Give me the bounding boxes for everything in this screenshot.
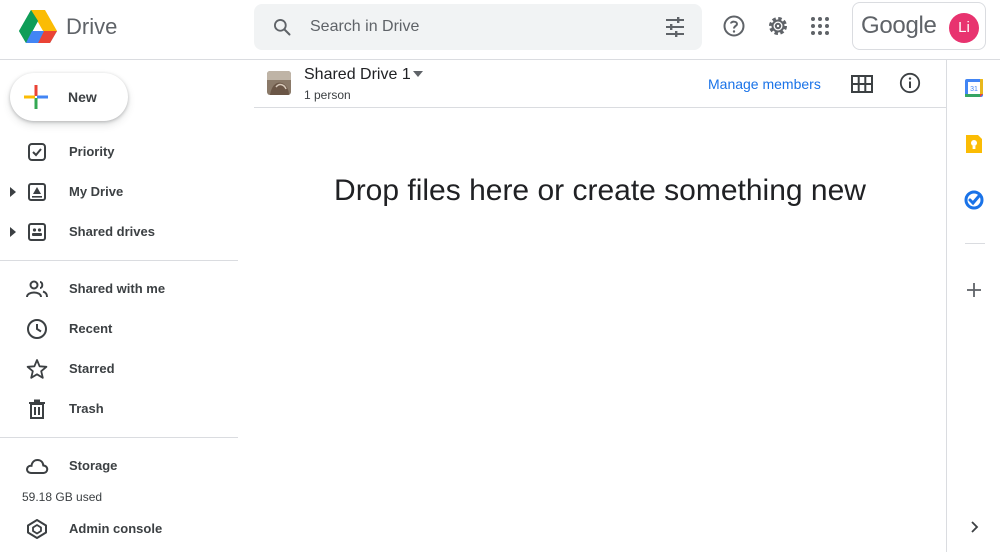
shared-drives-icon bbox=[28, 223, 46, 241]
search-input[interactable] bbox=[310, 4, 640, 50]
drive-menu-caret-icon[interactable] bbox=[413, 71, 423, 77]
storage-used-text: 59.18 GB used bbox=[22, 490, 103, 504]
calendar-icon[interactable]: 31 bbox=[964, 78, 984, 98]
account-button[interactable]: Google Li bbox=[852, 2, 986, 50]
sidebar-item-priority[interactable]: Priority bbox=[0, 136, 238, 168]
app-name[interactable]: Drive bbox=[66, 14, 117, 40]
keep-icon[interactable] bbox=[964, 134, 984, 154]
expand-caret-icon[interactable] bbox=[9, 227, 17, 237]
clock-icon bbox=[27, 319, 47, 339]
sidebar-item-label: Admin console bbox=[69, 521, 163, 536]
avatar[interactable]: Li bbox=[949, 13, 979, 43]
drive-header: Shared Drive 1 1 person Manage members bbox=[254, 60, 946, 108]
plus-icon bbox=[24, 85, 48, 109]
cloud-icon bbox=[26, 458, 49, 474]
apps-button[interactable] bbox=[808, 14, 832, 38]
search-icon[interactable] bbox=[272, 17, 292, 37]
sidebar-item-label: Shared drives bbox=[69, 224, 155, 239]
add-icon[interactable] bbox=[964, 280, 984, 300]
search-bar[interactable] bbox=[254, 4, 702, 50]
star-icon bbox=[26, 359, 48, 379]
sidebar-item-label: Shared with me bbox=[69, 281, 166, 296]
sidebar-item-label: Priority bbox=[69, 144, 115, 159]
sidebar-item-my-drive[interactable]: My Drive bbox=[0, 176, 238, 208]
admin-icon bbox=[27, 519, 47, 539]
drive-thumbnail bbox=[267, 71, 291, 95]
sidebar-item-recent[interactable]: Recent bbox=[0, 313, 238, 345]
help-button[interactable] bbox=[722, 14, 746, 38]
new-button[interactable]: New bbox=[10, 73, 128, 121]
side-panel: 31 bbox=[946, 60, 1000, 552]
sidebar-item-storage[interactable]: Storage bbox=[0, 450, 238, 482]
manage-members-link[interactable]: Manage members bbox=[708, 76, 821, 92]
chevron-right-icon[interactable] bbox=[964, 517, 984, 537]
trash-icon bbox=[29, 399, 45, 419]
people-icon bbox=[26, 280, 48, 298]
sidebar-item-trash[interactable]: Trash bbox=[0, 393, 238, 425]
sidebar-item-starred[interactable]: Starred bbox=[0, 353, 238, 385]
drive-member-count: 1 person bbox=[304, 88, 351, 102]
sidebar-divider bbox=[0, 437, 238, 438]
sidebar-item-label: Storage bbox=[69, 458, 118, 473]
my-drive-icon bbox=[28, 183, 46, 201]
sidebar-item-admin-console[interactable]: Admin console bbox=[0, 513, 238, 545]
sidebar-item-label: My Drive bbox=[69, 184, 124, 199]
tasks-icon[interactable] bbox=[964, 190, 984, 210]
empty-state-message: Drop files here or create something new bbox=[334, 174, 866, 207]
drive-app: Drive Search in Drive Google Li New Prio… bbox=[0, 0, 1000, 552]
sidebar-divider bbox=[0, 260, 238, 261]
sidebar-item-shared-drives[interactable]: Shared drives bbox=[0, 216, 238, 248]
priority-icon bbox=[28, 143, 46, 161]
side-panel-divider bbox=[965, 243, 985, 244]
drive-logo[interactable] bbox=[18, 9, 58, 45]
sidebar-item-label: Starred bbox=[69, 361, 115, 376]
grid-view-icon[interactable] bbox=[851, 74, 873, 94]
top-bar: Drive Search in Drive Google Li bbox=[0, 0, 1000, 60]
apps-grid-icon bbox=[811, 17, 829, 35]
gear-icon bbox=[769, 17, 787, 35]
sidebar-item-label: Recent bbox=[69, 321, 113, 336]
expand-caret-icon[interactable] bbox=[9, 187, 17, 197]
search-options-icon[interactable] bbox=[664, 17, 686, 37]
sidebar: New Priority My Drive Shared drives Shar… bbox=[0, 60, 238, 552]
calendar-day: 31 bbox=[970, 86, 978, 93]
settings-button[interactable] bbox=[766, 14, 790, 38]
drive-name[interactable]: Shared Drive 1 bbox=[304, 66, 411, 84]
new-button-label: New bbox=[68, 89, 97, 105]
main-content: Shared Drive 1 1 person Manage members D… bbox=[254, 60, 946, 552]
sidebar-item-label: Trash bbox=[69, 401, 104, 416]
help-icon bbox=[723, 15, 745, 37]
google-wordmark: Google bbox=[861, 12, 937, 39]
info-icon[interactable] bbox=[899, 72, 921, 94]
sidebar-item-shared-with-me[interactable]: Shared with me bbox=[0, 273, 238, 305]
